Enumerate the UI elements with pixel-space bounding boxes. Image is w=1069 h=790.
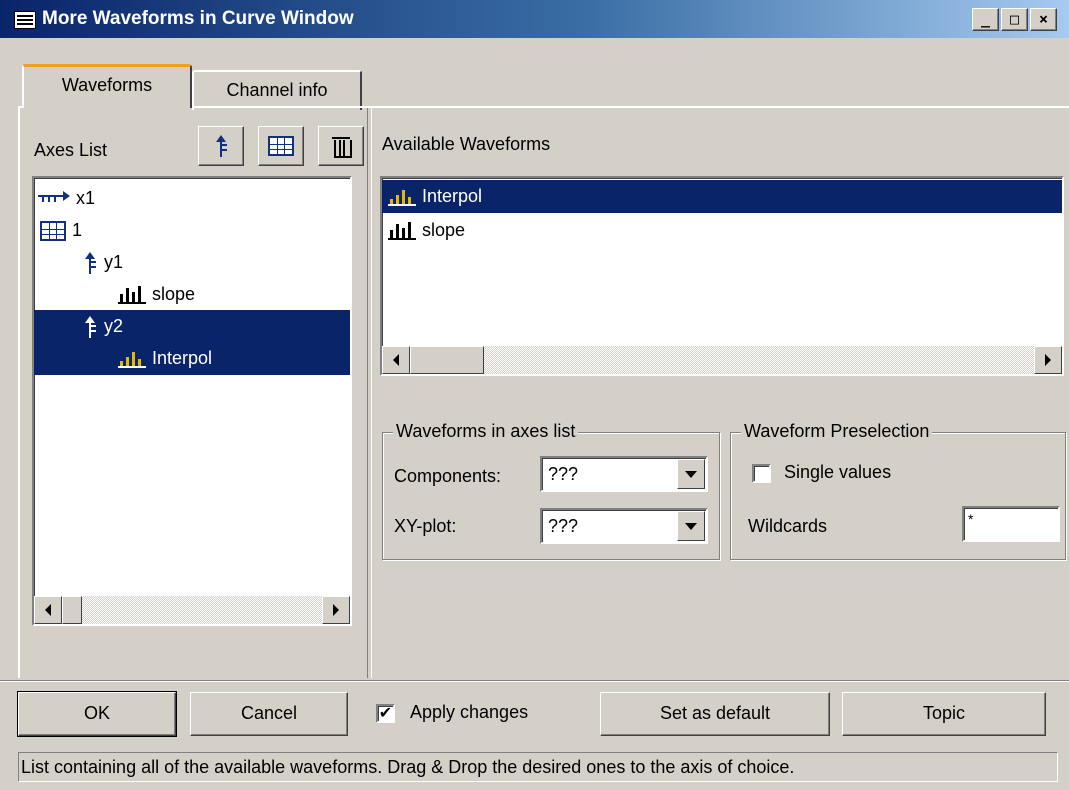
scroll-right-button[interactable] xyxy=(322,596,350,624)
chevron-down-icon xyxy=(685,522,697,530)
y-axis-icon xyxy=(82,315,98,338)
tree-item-slope[interactable]: slope xyxy=(34,278,350,311)
waveform-icon xyxy=(388,221,416,240)
tree-item-y1[interactable]: y1 xyxy=(34,246,350,279)
tree-item-y2[interactable]: y2 xyxy=(34,310,350,343)
add-coordinate-system-button[interactable] xyxy=(258,126,304,166)
maximize-button[interactable]: □ xyxy=(1001,8,1028,31)
tree-item-system-1[interactable]: 1 xyxy=(34,214,350,247)
checkmark-icon: ✔ xyxy=(378,704,393,722)
components-label: Components: xyxy=(394,466,502,486)
axes-list-label: Axes List xyxy=(34,140,108,160)
waveform-icon xyxy=(118,350,146,368)
xy-plot-value: ??? xyxy=(548,516,579,536)
tree-item-x1[interactable]: x1 xyxy=(34,182,350,215)
group-title: Waveforms in axes list xyxy=(393,421,579,442)
scroll-thumb[interactable] xyxy=(62,596,82,624)
waveform-icon xyxy=(118,285,146,304)
add-y-axis-icon xyxy=(213,135,229,157)
arrow-right-icon xyxy=(333,604,339,616)
apply-changes-label: Apply changes xyxy=(410,702,529,722)
title-bar[interactable]: More Waveforms in Curve Window _ □ × xyxy=(0,0,1069,38)
available-waveforms-list[interactable]: Interpol slope xyxy=(380,176,1064,376)
dropdown-button[interactable] xyxy=(677,459,705,489)
x-axis-icon xyxy=(38,190,70,206)
set-as-default-button[interactable]: Set as default xyxy=(600,692,830,736)
waveform-label: slope xyxy=(422,220,466,240)
waveform-icon xyxy=(388,188,416,206)
wildcards-value: * xyxy=(968,511,974,527)
status-bar: List containing all of the available wav… xyxy=(18,752,1058,782)
add-y-axis-button[interactable] xyxy=(198,126,244,166)
scroll-left-button[interactable] xyxy=(34,596,62,624)
y-axis-icon xyxy=(82,251,98,274)
dropdown-button[interactable] xyxy=(677,511,705,541)
cancel-button[interactable]: Cancel xyxy=(190,692,348,736)
waveform-item-interpol[interactable]: Interpol xyxy=(382,180,1062,213)
axes-list-tree[interactable]: x1 1 y1 slope y2 Interpol xyxy=(32,176,352,626)
available-waveforms-label: Available Waveforms xyxy=(382,134,551,154)
waveforms-hscrollbar[interactable] xyxy=(382,346,1062,374)
wildcards-label: Wildcards xyxy=(748,516,828,536)
trash-icon xyxy=(332,135,352,158)
single-values-checkbox[interactable] xyxy=(752,464,771,483)
xy-plot-select[interactable]: ??? xyxy=(540,508,708,544)
apply-changes-checkbox[interactable]: ✔ xyxy=(376,704,395,723)
minimize-button[interactable]: _ xyxy=(972,8,999,31)
group-title: Waveform Preselection xyxy=(741,421,933,442)
waveform-item-slope[interactable]: slope xyxy=(382,214,1062,247)
arrow-right-icon xyxy=(1045,354,1051,366)
scroll-thumb[interactable] xyxy=(410,346,484,374)
scroll-right-button[interactable] xyxy=(1034,346,1062,374)
tab-waveforms[interactable]: Waveforms xyxy=(22,64,192,108)
tree-item-label: y2 xyxy=(104,316,124,336)
separator xyxy=(0,680,1069,682)
tab-channel-info[interactable]: Channel info xyxy=(192,70,362,110)
tree-item-interpol[interactable]: Interpol xyxy=(34,342,350,375)
arrow-left-icon xyxy=(45,604,51,616)
axes-list-hscrollbar[interactable] xyxy=(34,596,350,624)
tree-item-label: slope xyxy=(152,284,196,304)
delete-button[interactable] xyxy=(318,126,364,166)
tree-item-label: Interpol xyxy=(152,348,213,368)
window-title: More Waveforms in Curve Window xyxy=(42,8,354,29)
components-value: ??? xyxy=(548,464,579,484)
scroll-left-button[interactable] xyxy=(382,346,410,374)
components-select[interactable]: ??? xyxy=(540,456,708,492)
waveform-label: Interpol xyxy=(422,186,483,206)
xy-plot-label: XY-plot: xyxy=(394,516,457,536)
tree-item-label: 1 xyxy=(72,220,83,240)
topic-button[interactable]: Topic xyxy=(842,692,1046,736)
grid-icon xyxy=(268,136,294,156)
splitter[interactable] xyxy=(367,108,372,678)
tree-item-label: x1 xyxy=(76,188,96,208)
app-icon xyxy=(14,11,36,29)
grid-icon xyxy=(40,220,66,241)
wildcards-input[interactable]: * xyxy=(962,506,1060,542)
single-values-label: Single values xyxy=(784,462,892,482)
arrow-left-icon xyxy=(393,354,399,366)
tree-item-label: y1 xyxy=(104,252,124,272)
chevron-down-icon xyxy=(685,470,697,478)
ok-button[interactable]: OK xyxy=(17,691,177,737)
close-button[interactable]: × xyxy=(1030,8,1057,31)
